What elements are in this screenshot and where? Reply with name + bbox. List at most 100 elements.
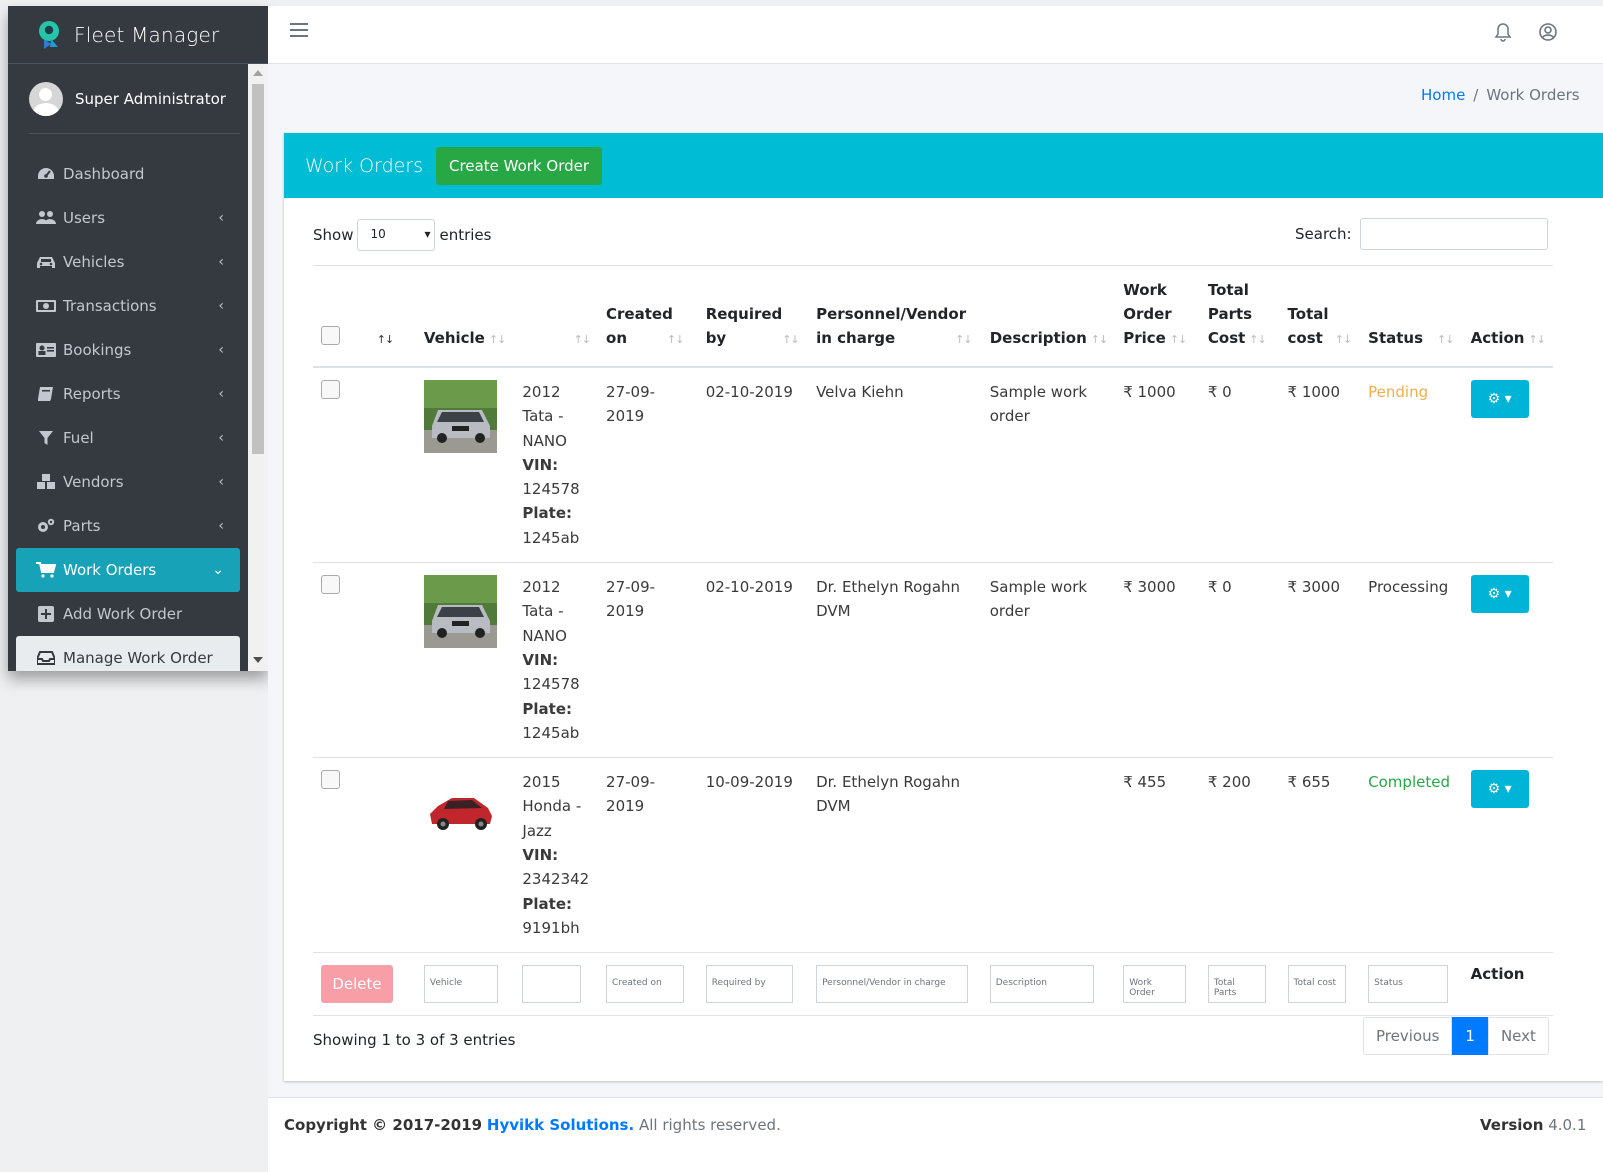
filter-cell: Total Parts [1199,952,1280,1017]
status-header[interactable]: Status ↑↓ [1360,265,1463,368]
sidebar-item-dashboard[interactable]: Dashboard [8,152,240,196]
action-header[interactable]: Action ↑↓ [1462,265,1553,368]
vehicle-detail-header[interactable]: ↑↓ [514,265,599,368]
vehicle-model: NANO [522,626,567,645]
vehicle-header[interactable]: Vehicle ↑↓ [415,265,515,368]
parts-cost-cell: ₹ 0 [1199,366,1280,563]
total-cost-cell: ₹ 1000 [1279,366,1361,563]
vehicle-filter-input[interactable]: Vehicle [423,965,498,1004]
vehicle-detail-filter-input[interactable] [522,965,582,1004]
created-on-header[interactable]: Created on ↑↓ [598,265,698,368]
sidebar: Fleet Manager Super Administrator Dashbo… [8,6,268,671]
sidebar-nav: Dashboard Users ‹ Vehicles ‹ Transaction… [8,134,268,671]
work-order-filter-input[interactable]: Work Order [1123,965,1187,1004]
sidebar-item-label: Reports [63,385,121,403]
sidebar-item-work-orders[interactable]: Work Orders ⌄ [16,548,240,592]
breadcrumb-home[interactable]: Home [1421,86,1465,104]
header-label: Total [1287,305,1329,323]
action-footer-label: Action [1470,965,1525,984]
row-select-cell [313,757,365,953]
status-filter-input[interactable]: Status [1368,965,1449,1004]
brand[interactable]: Fleet Manager [8,6,268,64]
total-cost-cell: ₹ 655 [1279,757,1361,953]
description-filter-input[interactable]: Description [989,965,1094,1004]
create-work-order-button[interactable]: Create Work Order [436,146,603,185]
version-value: 4.0.1 [1548,1116,1587,1134]
row-select-cell [313,366,365,563]
required-by-cell: 02-10-2019 [697,562,809,758]
work-order-price-header[interactable]: Work Order Price ↑↓ [1115,265,1200,368]
sidebar-item-bookings[interactable]: Bookings ‹ [8,328,240,372]
select-all-checkbox[interactable] [321,326,340,345]
description-header[interactable]: Description ↑↓ [981,265,1116,368]
next-button[interactable]: Next [1487,1017,1549,1055]
company-link[interactable]: Hyvikk Solutions. [487,1116,634,1134]
vehicle-year: 2012 [522,383,561,401]
action-cell: ⚙ ▾ [1462,562,1553,758]
delete-button[interactable]: Delete [321,965,393,1004]
sidebar-item-users[interactable]: Users ‹ [8,196,240,240]
previous-button[interactable]: Previous [1363,1017,1453,1055]
sidebar-item-fuel[interactable]: Fuel ‹ [8,416,240,460]
total-cost-header[interactable]: Total cost ↑↓ [1279,265,1361,368]
vehicle-detail-cell: 2012 Tata - NANO VIN: 124578 Plate: 1245… [514,562,599,758]
action-dropdown-button[interactable]: ⚙ ▾ [1470,770,1529,809]
sidebar-item-vehicles[interactable]: Vehicles ‹ [8,240,240,284]
table-row: 2012 Tata - NANO VIN: 124578 Plate: 1245… [313,562,1553,758]
action-dropdown-button[interactable]: ⚙ ▾ [1470,380,1529,418]
cart-icon [35,562,57,578]
card-header: Work Orders Create Work Order [284,133,1603,198]
row-checkbox[interactable] [321,380,340,399]
scroll-down-icon[interactable] [253,657,263,663]
header-label: Price [1123,329,1166,347]
page-1-button[interactable]: 1 [1452,1017,1488,1055]
action-dropdown-button[interactable]: ⚙ ▾ [1470,575,1529,614]
money-icon [35,299,57,313]
total-cost-filter-input[interactable]: Total cost [1287,965,1346,1004]
sidebar-item-vendors[interactable]: Vendors ‹ [8,460,240,504]
row-checkbox[interactable] [321,770,340,790]
search-input[interactable] [1359,218,1548,250]
sidebar-item-add-work-order[interactable]: Add Work Order [8,592,240,636]
header-label: Work [1123,281,1167,299]
created-on-filter-input[interactable]: Created on [606,965,685,1004]
vehicle-image-cell [415,757,515,953]
work-order-price-cell: ₹ 3000 [1115,562,1200,758]
required-by-filter-input[interactable]: Required by [705,965,793,1004]
user-panel[interactable]: Super Administrator [29,64,240,134]
entries-select[interactable]: 10 [357,219,436,251]
header-label: Total [1207,281,1249,299]
sidebar-item-reports[interactable]: Reports ‹ [8,372,240,416]
sidebar-item-manage-work-order[interactable]: Manage Work Order [16,636,240,671]
sort-icon: ↑↓ [667,333,684,346]
sidebar-item-parts[interactable]: Parts ‹ [8,504,240,548]
bell-icon[interactable] [1494,22,1512,46]
sort-icon: ↑↓ [782,333,799,346]
sort-header[interactable]: ↑↓ [364,265,416,368]
empty-cell [364,757,416,953]
caret-down-icon: ▾ [1504,586,1512,603]
row-checkbox[interactable] [321,575,340,595]
sidebar-item-label: Bookings [63,341,132,359]
scroll-up-icon[interactable] [253,70,263,76]
chevron-left-icon: ‹ [218,342,224,358]
sidebar-item-transactions[interactable]: Transactions ‹ [8,284,240,328]
scrollbar-thumb[interactable] [252,84,264,454]
total-parts-cost-header[interactable]: Total Parts Cost ↑↓ [1199,265,1280,368]
total-parts-filter-input[interactable]: Total Parts [1207,965,1266,1004]
menu-icon[interactable] [290,23,308,41]
personnel-header[interactable]: Personnel/Vendor in charge ↑↓ [808,265,982,368]
sidebar-scrollbar[interactable] [248,64,268,671]
created-on-cell: 27-09-2019 [598,757,698,953]
required-by-cell: 10-09-2019 [697,757,809,953]
personnel-filter-input[interactable]: Personnel/Vendor in charge [816,965,969,1004]
required-by-cell: 02-10-2019 [697,366,809,563]
filter-cell: Vehicle [415,952,515,1017]
cubes-icon [35,474,57,490]
personnel-cell: Velva Kiehn [808,366,982,563]
sidebar-item-label: Transactions [63,297,157,315]
required-by-header[interactable]: Required by ↑↓ [697,265,809,368]
plate-label: Plate: [522,699,572,718]
page-title: Work Orders [305,154,424,177]
user-circle-icon[interactable] [1538,22,1558,46]
